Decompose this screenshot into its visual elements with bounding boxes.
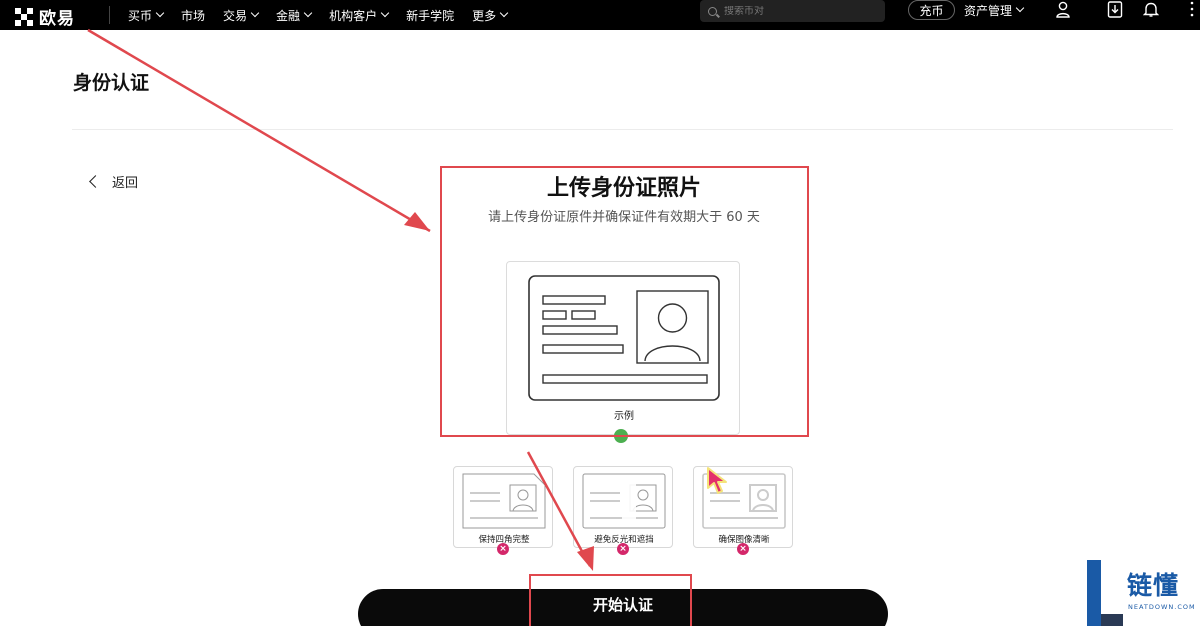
nav-item-buy-crypto[interactable]: 买币 [128,7,165,24]
page-title: 身份认证 [73,72,150,94]
download-icon[interactable] [1107,1,1123,18]
nav-item-more[interactable]: 更多 [472,7,509,24]
x-icon: × [737,543,749,555]
nav-item-label: 买币 [128,8,153,23]
cropped-card-icon [462,473,546,529]
search-input[interactable] [724,5,874,17]
more-vertical-icon[interactable] [1184,0,1200,18]
section-divider [72,129,1173,130]
nav-item-label: 机构客户 [329,8,378,23]
x-icon: × [617,543,629,555]
nav-item-institutional[interactable]: 机构客户 [329,7,390,24]
deposit-button[interactable]: 充币 [908,0,955,20]
user-icon[interactable] [1055,1,1071,18]
nav-divider [109,6,110,24]
back-button[interactable]: 返回 [87,172,138,191]
search-box[interactable] [700,0,885,22]
nav-item-label: 新手学院 [406,8,455,23]
page: 欧易 买币 市场 交易 金融 机构客户 新手学院 更多 充币 资产管理 [0,0,1200,626]
nav-item-academy[interactable]: 新手学院 [406,7,454,24]
chevron-down-icon [155,8,165,18]
nav-item-label: 市场 [181,8,206,23]
chevron-down-icon [250,8,260,18]
nav-item-trade[interactable]: 交易 [223,7,260,24]
chevron-down-icon [1015,3,1025,13]
top-navbar: 欧易 买币 市场 交易 金融 机构客户 新手学院 更多 充币 资产管理 [0,0,1200,30]
glare-card-icon [582,473,666,529]
annotation-box-button [529,574,692,626]
logo-mark-icon [15,7,33,26]
chevron-left-icon [89,175,102,188]
logo[interactable]: 欧易 [15,4,75,29]
asset-management-menu[interactable]: 资产管理 [964,0,1025,20]
chevron-down-icon [303,8,313,18]
back-label: 返回 [112,176,139,191]
x-icon: × [497,543,509,555]
tip-card-glare: 避免反光和遮挡 [573,466,673,548]
chevron-down-icon [499,8,509,18]
bell-icon[interactable] [1143,1,1159,18]
nav-item-label: 更多 [472,8,497,23]
nav-item-market[interactable]: 市场 [181,7,205,24]
nav-item-finance[interactable]: 金融 [276,7,313,24]
watermark-text: 链懂 [1127,571,1180,600]
search-icon [708,6,717,16]
cursor-icon [707,467,727,494]
tip-card-corners: 保持四角完整 [453,466,553,548]
chevron-down-icon [380,8,390,18]
main-nav: 买币 市场 交易 金融 机构客户 新手学院 更多 [128,0,525,30]
nav-item-label: 交易 [223,8,248,23]
annotation-box-upload [440,166,809,437]
nav-item-label: 金融 [276,8,301,23]
watermark-subtext: NEATDOWN.COM [1128,603,1196,611]
asset-management-label: 资产管理 [964,3,1013,18]
logo-text: 欧易 [39,9,75,29]
